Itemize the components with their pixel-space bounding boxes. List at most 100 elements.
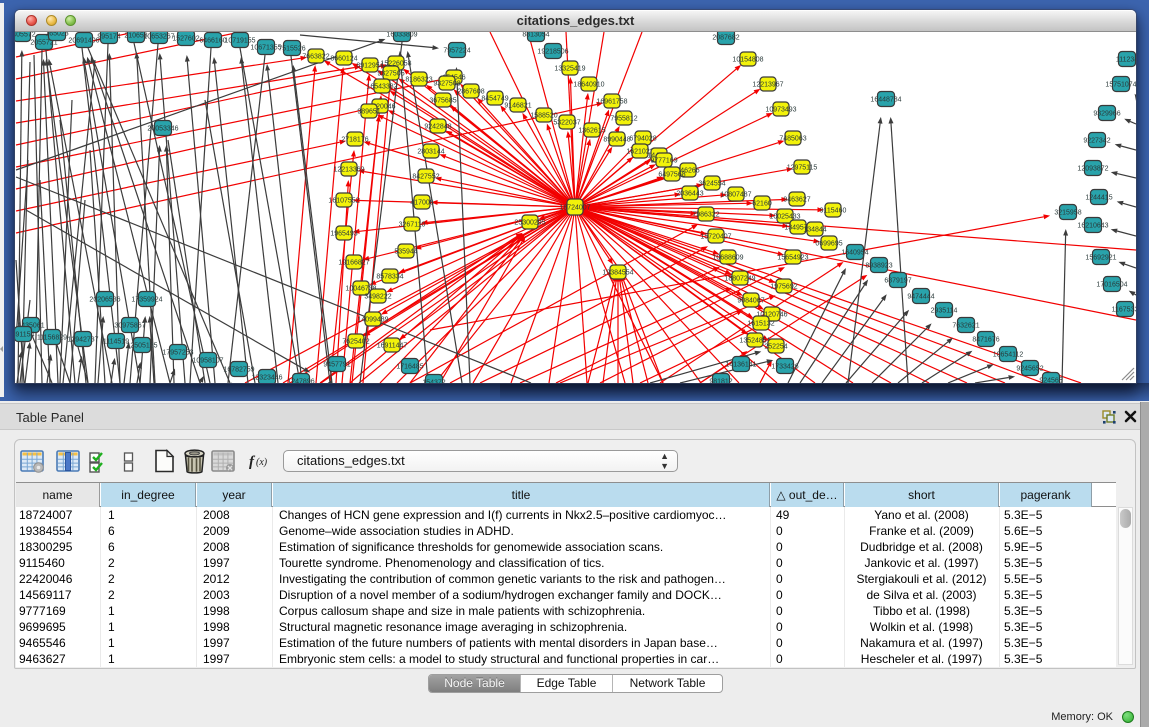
svg-text:16911447: 16911447 — [377, 343, 408, 350]
svg-text:1247896: 1247896 — [287, 379, 314, 384]
svg-text:2036443: 2036443 — [676, 191, 703, 198]
svg-text:8660124: 8660124 — [330, 56, 357, 63]
svg-text:3624554: 3624554 — [698, 181, 725, 188]
svg-text:16033809: 16033809 — [386, 32, 417, 39]
svg-text:12213369: 12213369 — [333, 167, 364, 174]
svg-text:30975867: 30975867 — [114, 323, 145, 330]
svg-text:1965493: 1965493 — [330, 231, 357, 238]
svg-text:3675685: 3675685 — [429, 98, 456, 105]
svg-text:9115460: 9115460 — [820, 208, 847, 215]
svg-text:7955812: 7955812 — [610, 116, 637, 123]
svg-text:9327505: 9327505 — [377, 71, 404, 78]
svg-text:9474444: 9474444 — [907, 294, 934, 301]
svg-text:10671355: 10671355 — [250, 45, 281, 52]
svg-text:1733426: 1733426 — [771, 364, 798, 371]
svg-text:9146821: 9146821 — [504, 103, 531, 110]
svg-text:3267110: 3267110 — [399, 222, 426, 229]
svg-text:18807249: 18807249 — [724, 276, 755, 283]
svg-text:5322037: 5322037 — [553, 120, 580, 127]
svg-text:f: f — [249, 454, 256, 469]
svg-text:111234: 111234 — [1116, 57, 1136, 64]
svg-text:8454749: 8454749 — [481, 96, 508, 103]
svg-text:18640910: 18640910 — [573, 82, 604, 89]
svg-text:165023: 165023 — [45, 32, 68, 38]
svg-text:535944: 535944 — [394, 249, 417, 256]
svg-text:16210643: 16210643 — [1077, 223, 1108, 230]
svg-text:252254: 252254 — [764, 344, 787, 351]
svg-text:9463627: 9463627 — [783, 197, 810, 204]
svg-text:17957253: 17957253 — [162, 350, 193, 357]
svg-text:7986322: 7986322 — [692, 212, 719, 219]
svg-text:9327508: 9327508 — [433, 81, 460, 88]
svg-text:1716485: 1716485 — [396, 364, 423, 371]
svg-text:1114519: 1114519 — [103, 339, 129, 346]
svg-text:2803144: 2803144 — [417, 149, 444, 156]
svg-text:9777169: 9777169 — [650, 158, 677, 165]
svg-text:417006: 417006 — [410, 200, 433, 207]
svg-text:12213967: 12213967 — [752, 82, 783, 89]
svg-text:62160: 62160 — [752, 201, 772, 208]
svg-text:15720407: 15720407 — [700, 234, 731, 241]
svg-text:1640954: 1640954 — [841, 250, 868, 257]
svg-text:16961758: 16961758 — [596, 99, 627, 106]
svg-text:981812: 981812 — [709, 379, 732, 384]
svg-text:14099489: 14099489 — [357, 317, 388, 324]
svg-text:9227342: 9227342 — [1083, 138, 1110, 145]
svg-text:1244415: 1244415 — [1085, 195, 1112, 202]
svg-text:1527602: 1527602 — [172, 36, 199, 43]
svg-text:989651: 989651 — [357, 109, 380, 116]
svg-text:7485063: 7485063 — [779, 136, 806, 143]
svg-text:6879197: 6879197 — [884, 278, 911, 285]
svg-text:14136141: 14136141 — [725, 362, 756, 369]
svg-text:15751074: 15751074 — [1105, 82, 1136, 89]
svg-text:1362615: 1362615 — [578, 128, 605, 135]
svg-text:7625402: 7625402 — [342, 339, 369, 346]
svg-text:2935114: 2935114 — [931, 308, 958, 315]
svg-text:13325419: 13325419 — [554, 66, 585, 73]
svg-text:12093872: 12093872 — [1077, 166, 1108, 173]
svg-text:17359924: 17359924 — [131, 297, 162, 304]
svg-text:10807487: 10807487 — [720, 192, 751, 199]
svg-text:9245652: 9245652 — [1016, 366, 1043, 373]
svg-text:7515526: 7515526 — [278, 46, 305, 53]
svg-text:10654112: 10654112 — [993, 352, 1024, 359]
svg-text:20691406: 20691406 — [68, 38, 99, 45]
svg-text:16448784: 16448784 — [870, 97, 901, 104]
svg-text:0699695: 0699695 — [815, 241, 842, 248]
svg-text:12942737: 12942737 — [67, 337, 98, 344]
svg-text:134844: 134844 — [803, 227, 826, 234]
svg-text:10973493: 10973493 — [765, 107, 796, 114]
svg-text:924565: 924565 — [1039, 378, 1062, 384]
svg-text:1588520: 1588520 — [530, 113, 557, 120]
svg-text:7663822: 7663822 — [302, 54, 329, 61]
svg-text:25300295: 25300295 — [514, 220, 545, 227]
svg-text:10688609: 10688609 — [712, 255, 743, 262]
svg-text:20053346: 20053346 — [147, 126, 178, 133]
svg-text:3215958: 3215958 — [1054, 210, 1081, 217]
svg-text:6466160: 6466160 — [199, 38, 226, 45]
svg-text:8938923: 8938923 — [865, 263, 892, 270]
svg-text:6497568: 6497568 — [658, 172, 685, 179]
svg-text:17016504: 17016504 — [1096, 282, 1127, 289]
svg-text:995174: 995174 — [97, 34, 120, 41]
svg-text:1405572: 1405572 — [15, 32, 36, 39]
svg-text:10154808: 10154808 — [732, 57, 763, 64]
svg-text:12323446: 12323446 — [251, 375, 282, 382]
svg-text:15692921: 15692921 — [1085, 255, 1116, 262]
svg-text:2718176: 2718176 — [341, 137, 368, 144]
svg-text:19218506: 19218506 — [537, 49, 568, 56]
svg-text:12505135: 12505135 — [126, 343, 157, 350]
svg-text:6794028: 6794028 — [629, 136, 656, 143]
svg-text:20206536: 20206536 — [89, 297, 120, 304]
svg-text:8427552: 8427552 — [412, 174, 439, 181]
svg-text:15654923: 15654923 — [777, 255, 808, 262]
svg-text:19384554: 19384554 — [602, 270, 633, 277]
svg-text:1615132: 1615132 — [747, 321, 774, 328]
svg-text:16782759: 16782759 — [223, 367, 254, 374]
svg-text:391154: 391154 — [15, 332, 35, 339]
svg-text:16543382: 16543382 — [366, 84, 397, 91]
svg-text:7632621: 7632621 — [952, 323, 979, 330]
svg-text:19166827: 19166827 — [338, 260, 369, 267]
svg-text:18724007: 18724007 — [559, 205, 590, 212]
svg-text:7957224: 7957224 — [443, 48, 470, 55]
